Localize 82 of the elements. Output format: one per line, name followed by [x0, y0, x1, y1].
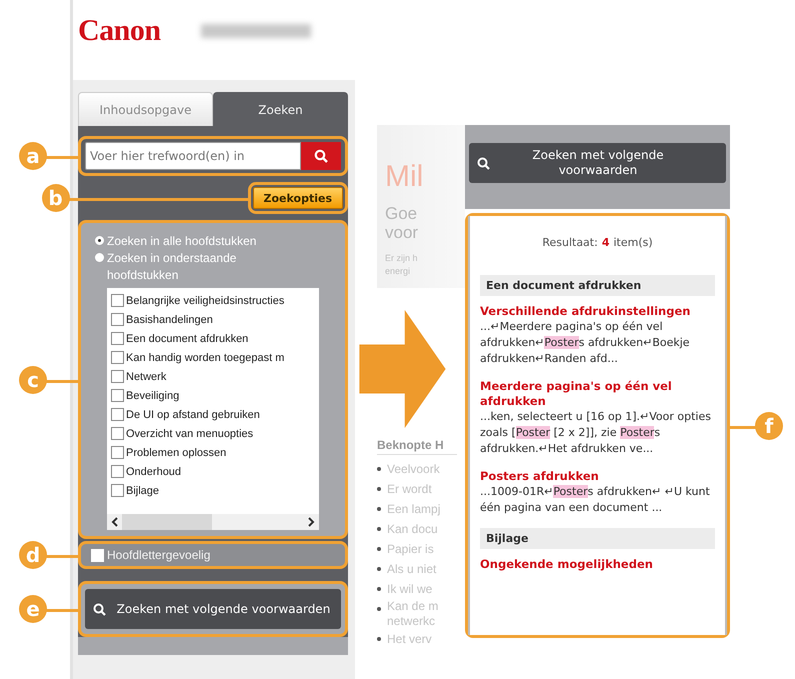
result-link[interactable]: Verschillende afdrukinstellingen [480, 304, 715, 319]
checkbox[interactable] [111, 294, 124, 307]
checkbox[interactable] [111, 389, 124, 402]
result-link[interactable]: Ongekende mogelijkheden [480, 557, 715, 572]
search-field[interactable]: Voer hier trefwoord(en) in [85, 142, 301, 170]
callout-badge: b [42, 184, 70, 212]
result-unit: item(s) [613, 236, 653, 249]
list-link[interactable]: Als u niet [387, 559, 447, 579]
search-icon [477, 156, 490, 170]
list-link[interactable]: Een lampj [387, 499, 447, 519]
bullet-icon [377, 547, 381, 551]
callout-badge: d [19, 541, 47, 569]
page-title: Mil [385, 160, 424, 194]
bullet-icon [377, 487, 381, 491]
result-link[interactable]: Posters afdrukken [480, 469, 715, 484]
radio-button[interactable] [95, 236, 104, 245]
checkbox[interactable] [111, 484, 124, 497]
list-link[interactable]: Er wordt [387, 479, 447, 499]
bullet-icon [377, 507, 381, 511]
list-link[interactable]: Kan docu [387, 519, 447, 539]
search-icon [314, 149, 328, 163]
result-count: 4 [602, 236, 610, 249]
result-snippet: ...ken, selecteert u [16 op 1].↵Voor opties zoals [Poster [2 x 2]], zie Posters afdrukken.↵Het afdrukken ve... [480, 409, 712, 457]
scroll-right-icon[interactable] [308, 517, 315, 527]
section-title: Beknopte H [377, 438, 457, 455]
result-snippet: ...↵Meerdere pagina's op één vel afdrukken↵Posters afdrukken↵Boekje afdrukken↵Randen afd... [480, 319, 691, 367]
list-link[interactable]: Kan de m netwerkc [387, 599, 447, 629]
checkbox[interactable] [111, 313, 124, 326]
bullet-icon [377, 587, 381, 591]
list-link[interactable]: Papier is [387, 539, 447, 559]
chapter-label: Kan handig worden toegepast m [126, 352, 284, 364]
checkbox[interactable] [111, 427, 124, 440]
chapter-label: Belangrijke veiligheidsinstructies [126, 294, 284, 306]
chapter-label: Onderhoud [126, 466, 182, 478]
radio-label: Zoeken in alle hoofdstukken [107, 233, 258, 250]
chapter-label: Basishandelingen [126, 314, 213, 326]
checkbox[interactable] [111, 408, 124, 421]
checkbox[interactable] [111, 332, 124, 345]
chapter-label: De UI op afstand gebruiken [126, 408, 260, 420]
result-link[interactable]: Meerdere pagina's op één vel afdrukken [480, 379, 715, 409]
logo: Canon [78, 14, 161, 48]
callout-badge: e [19, 595, 47, 623]
page-heading: voor [385, 223, 420, 242]
checkbox[interactable] [111, 446, 124, 459]
result-group-heading: Een document afdrukken [480, 275, 715, 296]
horizontal-scrollbar[interactable] [107, 514, 319, 530]
bullet-icon [377, 607, 381, 611]
result-group-heading: Bijlage [480, 528, 715, 549]
callout-badge: f [755, 412, 783, 440]
chapter-label: Netwerk [126, 370, 166, 382]
list-link[interactable]: Ik wil we [387, 579, 447, 599]
bullet-icon [377, 467, 381, 471]
scrollbar-thumb[interactable] [122, 514, 212, 530]
bullet-icon [377, 567, 381, 571]
page-heading: Goe [385, 204, 418, 223]
checkbox-label: Hoofdlettergevoelig [107, 548, 210, 562]
bullet-icon [377, 637, 381, 641]
checkbox[interactable] [111, 351, 124, 364]
callout-badge: a [19, 142, 47, 170]
search-options-button[interactable]: Zoekopties [252, 187, 343, 209]
scroll-left-icon[interactable] [111, 517, 118, 527]
tab[interactable]: Zoeken [213, 92, 348, 126]
radio-button[interactable] [95, 253, 104, 262]
chapter-label: Overzicht van menuopties [126, 428, 254, 440]
result-label: Resultaat: [542, 236, 598, 249]
result-snippet: ...1009-01R↵Posters afdrukken↵ ↵U kunt één pagina van een document ... [480, 484, 711, 516]
radio-label: Zoeken in onderstaande hoofdstukken [107, 250, 238, 284]
search-icon [93, 602, 106, 616]
chapter-label: Een document afdrukken [126, 332, 248, 344]
checkbox[interactable] [111, 465, 124, 478]
list-link[interactable]: Veelvoork [387, 459, 447, 479]
chapter-label: Problemen oplossen [126, 446, 226, 458]
tab[interactable]: Inhoudsopgave [78, 92, 213, 126]
chapter-label: Bijlage [126, 484, 160, 496]
bullet-icon [377, 527, 381, 531]
search-conditions-button[interactable]: Zoeken met volgende voorwaarden [85, 589, 341, 629]
list-link[interactable]: Het verv [387, 629, 447, 649]
chapter-label: Beveiliging [126, 390, 180, 402]
search-button[interactable] [301, 142, 341, 170]
search-conditions-button[interactable]: Zoeken met volgende voorwaarden [469, 143, 726, 183]
callout-badge: c [19, 366, 47, 394]
checkbox[interactable] [111, 370, 124, 383]
